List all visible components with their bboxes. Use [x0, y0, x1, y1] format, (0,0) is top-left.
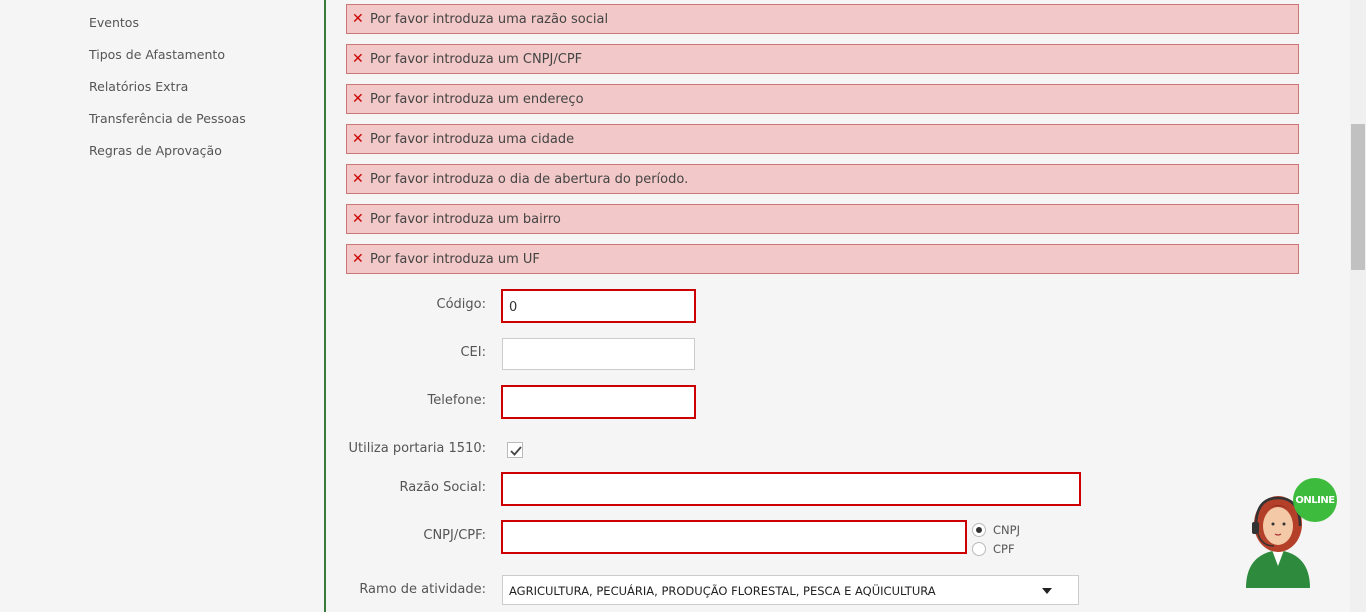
close-icon: ✕ [352, 51, 364, 67]
error-message: ✕ Por favor introduza um bairro [346, 204, 1299, 234]
close-icon: ✕ [352, 11, 364, 27]
sidebar-item-tipos-de-afastamento[interactable]: Tipos de Afastamento [89, 47, 225, 62]
cnpj-cpf-label: CNPJ/CPF: [423, 528, 486, 543]
online-status-badge: ONLINE [1293, 478, 1337, 522]
main-content: ✕ Por favor introduza uma razão social ✕… [326, 0, 1350, 612]
cei-field[interactable] [502, 338, 695, 370]
error-message: ✕ Por favor introduza o dia de abertura … [346, 164, 1299, 194]
error-message: ✕ Por favor introduza uma razão social [346, 4, 1299, 34]
error-text: Por favor introduza um UF [370, 251, 540, 267]
scrollbar-thumb[interactable] [1351, 124, 1365, 270]
close-icon: ✕ [352, 91, 364, 107]
ramo-label: Ramo de atividade: [359, 582, 486, 597]
radio-button-cpf[interactable] [972, 542, 986, 556]
error-text: Por favor introduza o dia de abertura do… [370, 171, 689, 187]
error-message: ✕ Por favor introduza uma cidade [346, 124, 1299, 154]
radio-label-cnpj: CNPJ [993, 523, 1020, 537]
portaria-checkbox[interactable] [507, 442, 523, 458]
radio-cnpj[interactable]: CNPJ [972, 523, 1020, 537]
error-text: Por favor introduza uma cidade [370, 131, 575, 147]
codigo-value: 0 [509, 300, 518, 315]
support-chat-widget[interactable]: ONLINE [1238, 476, 1338, 596]
sidebar-item-transferencia-de-pessoas[interactable]: Transferência de Pessoas [89, 111, 246, 126]
razao-social-label: Razão Social: [399, 480, 486, 495]
error-message: ✕ Por favor introduza um endereço [346, 84, 1299, 114]
portaria-label: Utiliza portaria 1510: [348, 441, 486, 456]
scrollbar[interactable] [1350, 0, 1366, 612]
error-text: Por favor introduza um CNPJ/CPF [370, 51, 583, 67]
radio-button-cnpj[interactable] [972, 523, 986, 537]
error-text: Por favor introduza um bairro [370, 211, 561, 227]
close-icon: ✕ [352, 211, 364, 227]
sidebar-item-regras-de-aprovacao[interactable]: Regras de Aprovação [89, 143, 222, 158]
telefone-label: Telefone: [427, 393, 487, 408]
razao-social-field[interactable] [501, 472, 1081, 506]
error-text: Por favor introduza uma razão social [370, 11, 609, 27]
cnpj-cpf-field[interactable] [501, 520, 967, 554]
telefone-field[interactable] [501, 385, 696, 419]
cei-label: CEI: [460, 345, 486, 360]
error-text: Por favor introduza um endereço [370, 91, 584, 107]
radio-cpf[interactable]: CPF [972, 542, 1015, 556]
sidebar-item-eventos[interactable]: Eventos [89, 15, 139, 30]
error-message: ✕ Por favor introduza um UF [346, 244, 1299, 274]
codigo-field[interactable]: 0 [501, 289, 696, 323]
ramo-value: AGRICULTURA, PECUÁRIA, PRODUÇÃO FLORESTA… [509, 584, 936, 598]
close-icon: ✕ [352, 251, 364, 267]
error-message: ✕ Por favor introduza um CNPJ/CPF [346, 44, 1299, 74]
codigo-label: Código: [436, 297, 486, 312]
check-icon [510, 446, 522, 456]
sidebar: Eventos Tipos de Afastamento Relatórios … [0, 0, 324, 612]
chevron-down-icon [1042, 588, 1052, 594]
radio-label-cpf: CPF [993, 542, 1015, 556]
close-icon: ✕ [352, 171, 364, 187]
sidebar-item-relatorios-extra[interactable]: Relatórios Extra [89, 79, 188, 94]
ramo-select[interactable]: AGRICULTURA, PECUÁRIA, PRODUÇÃO FLORESTA… [502, 575, 1079, 605]
close-icon: ✕ [352, 131, 364, 147]
